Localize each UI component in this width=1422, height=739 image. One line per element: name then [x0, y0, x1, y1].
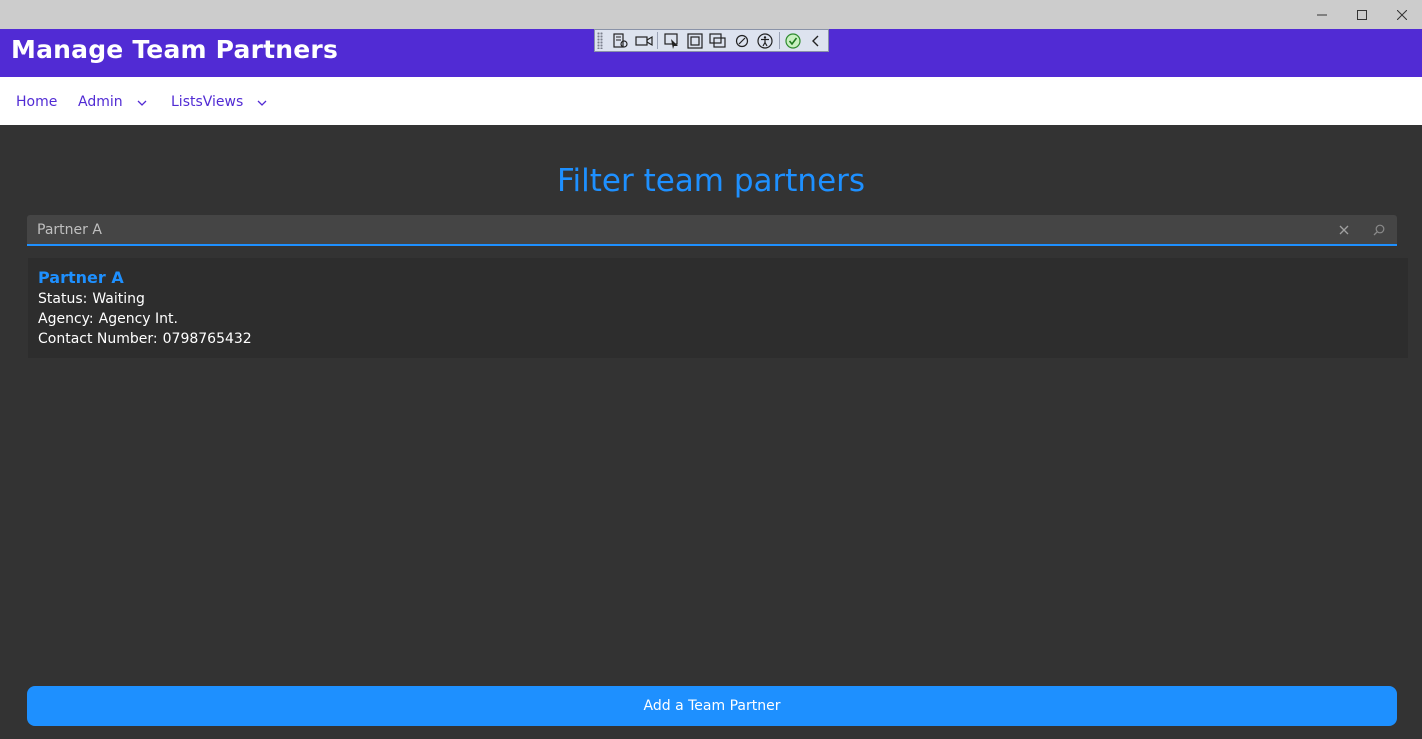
select-element-icon[interactable]: [660, 31, 683, 51]
nav-bar: Home Admin ListsViews: [0, 77, 1422, 125]
toolbar-grip[interactable]: [597, 32, 603, 49]
nav-item-home[interactable]: Home: [16, 94, 57, 110]
partner-contact: Contact Number: 0798765432: [38, 331, 252, 347]
partner-status: Status: Waiting: [38, 291, 145, 307]
add-team-partner-button[interactable]: Add a Team Partner: [27, 686, 1397, 726]
agency-value: Agency Int.: [98, 311, 178, 327]
collapse-chevron-icon[interactable]: [805, 31, 828, 51]
window-title-bar: [0, 0, 1422, 29]
close-icon[interactable]: [1382, 0, 1422, 29]
live-visual-tree-icon[interactable]: [609, 31, 632, 51]
maximize-icon[interactable]: [1342, 0, 1382, 29]
search-input[interactable]: [27, 215, 1327, 244]
toolbar-separator: [657, 32, 659, 49]
nav-item-listsviews[interactable]: ListsViews: [171, 94, 267, 110]
nav-item-label: ListsViews: [171, 94, 244, 110]
status-label: Status:: [38, 291, 88, 307]
binding-failures-icon[interactable]: [730, 31, 753, 51]
partner-name: Partner A: [38, 268, 124, 287]
search-bar: [27, 215, 1397, 246]
contact-value: 0798765432: [162, 331, 252, 347]
record-icon[interactable]: [632, 31, 655, 51]
track-focus-icon[interactable]: [707, 31, 730, 51]
chevron-down-icon[interactable]: [257, 94, 267, 110]
agency-label: Agency:: [38, 311, 94, 327]
partner-agency: Agency: Agency Int.: [38, 311, 178, 327]
display-layout-adorners-icon[interactable]: [684, 31, 707, 51]
window-controls: [1302, 0, 1422, 29]
close-icon[interactable]: [1336, 221, 1352, 239]
xaml-debug-toolbar: [594, 29, 829, 52]
toolbar-separator: [778, 32, 780, 49]
checkmark-icon[interactable]: [782, 31, 805, 51]
accessibility-icon[interactable]: [753, 31, 776, 51]
nav-item-admin[interactable]: Admin: [78, 94, 147, 110]
nav-item-label: Home: [16, 94, 58, 110]
chevron-down-icon[interactable]: [137, 94, 147, 110]
minimize-icon[interactable]: [1302, 0, 1342, 29]
contact-label: Contact Number:: [38, 331, 158, 347]
page-title: Manage Team Partners: [11, 35, 339, 64]
nav-item-label: Admin: [78, 94, 123, 110]
search-icon[interactable]: [1371, 221, 1387, 239]
filter-heading: Filter team partners: [556, 163, 866, 199]
list-item[interactable]: Partner A Status: Waiting Agency: Agency I…: [28, 258, 1408, 358]
status-value: Waiting: [92, 291, 145, 307]
